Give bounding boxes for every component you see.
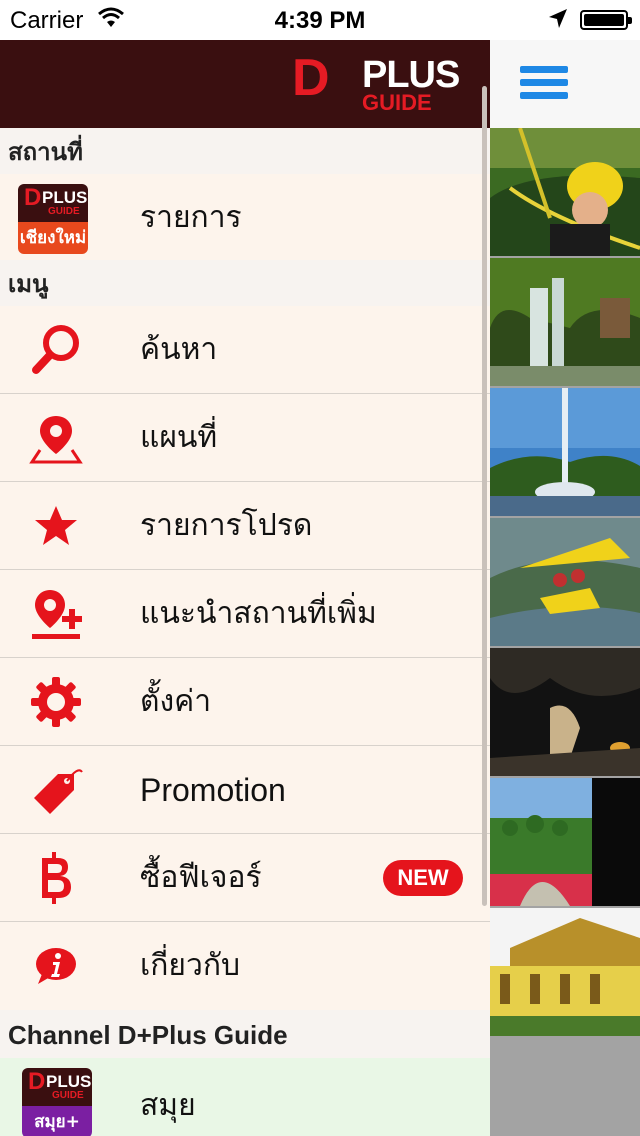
section-places: สถานที่	[0, 128, 490, 174]
menu-item-about[interactable]: เกี่ยวกับ	[0, 922, 490, 1010]
channel-item-samui[interactable]: D PLUS GUIDE สมุย+ สมุย	[0, 1058, 490, 1136]
menu-header: D PLUS GUIDE	[0, 40, 490, 128]
menu-item-promotion[interactable]: Promotion	[0, 746, 490, 834]
gear-icon	[26, 674, 86, 730]
menu-item-settings[interactable]: ตั้งค่า	[0, 658, 490, 746]
side-menu: D PLUS GUIDE สถานที่ D PLUS GUIDE เชียงใหม…	[0, 40, 490, 1136]
info-icon	[26, 938, 86, 994]
search-icon	[26, 322, 86, 378]
place-item-list[interactable]: D PLUS GUIDE เชียงใหม่ รายการ	[0, 174, 490, 260]
hamburger-menu-icon[interactable]	[520, 66, 568, 100]
main-header	[490, 40, 640, 128]
battery-icon	[580, 10, 632, 30]
section-menu: เมนู	[0, 260, 490, 306]
menu-item-suggest-place[interactable]: แนะนำสถานที่เพิ่ม	[0, 570, 490, 658]
status-time: 4:39 PM	[274, 7, 366, 34]
channel-item-label: สมุย	[140, 1088, 196, 1123]
place-item-label: รายการ	[140, 200, 242, 235]
place-image-waterfall[interactable]	[490, 258, 640, 386]
menu-item-map[interactable]: แผนที่	[0, 394, 490, 482]
place-image-microlight[interactable]	[490, 518, 640, 646]
baht-icon	[26, 850, 86, 906]
place-image-zipline[interactable]	[490, 128, 640, 256]
menu-item-favorites[interactable]: รายการโปรด	[0, 482, 490, 570]
samui-app-icon: D PLUS GUIDE สมุย+	[22, 1068, 92, 1136]
place-image-palace[interactable]	[490, 908, 640, 1036]
star-icon	[26, 498, 86, 554]
dplus-guide-logo: D PLUS GUIDE	[292, 49, 460, 115]
place-image-cave[interactable]	[490, 648, 640, 776]
place-image-geyser[interactable]	[490, 388, 640, 516]
status-bar: Carrier 4:39 PM	[0, 0, 640, 40]
menu-item-buy-features[interactable]: ซื้อฟีเจอร์ NEW	[0, 834, 490, 922]
section-channel: Channel D+Plus Guide	[0, 1010, 490, 1058]
new-badge: NEW	[383, 860, 463, 896]
add-location-icon	[26, 586, 86, 642]
location-arrow-icon	[548, 8, 568, 37]
menu-scrollbar[interactable]	[482, 86, 487, 906]
main-content-peek[interactable]	[490, 40, 640, 1136]
place-image-garden[interactable]	[490, 778, 640, 906]
tag-icon	[26, 762, 86, 818]
menu-item-search[interactable]: ค้นหา	[0, 306, 490, 394]
chiangmai-app-icon: D PLUS GUIDE เชียงใหม่	[18, 184, 88, 254]
map-pin-icon	[26, 410, 86, 466]
